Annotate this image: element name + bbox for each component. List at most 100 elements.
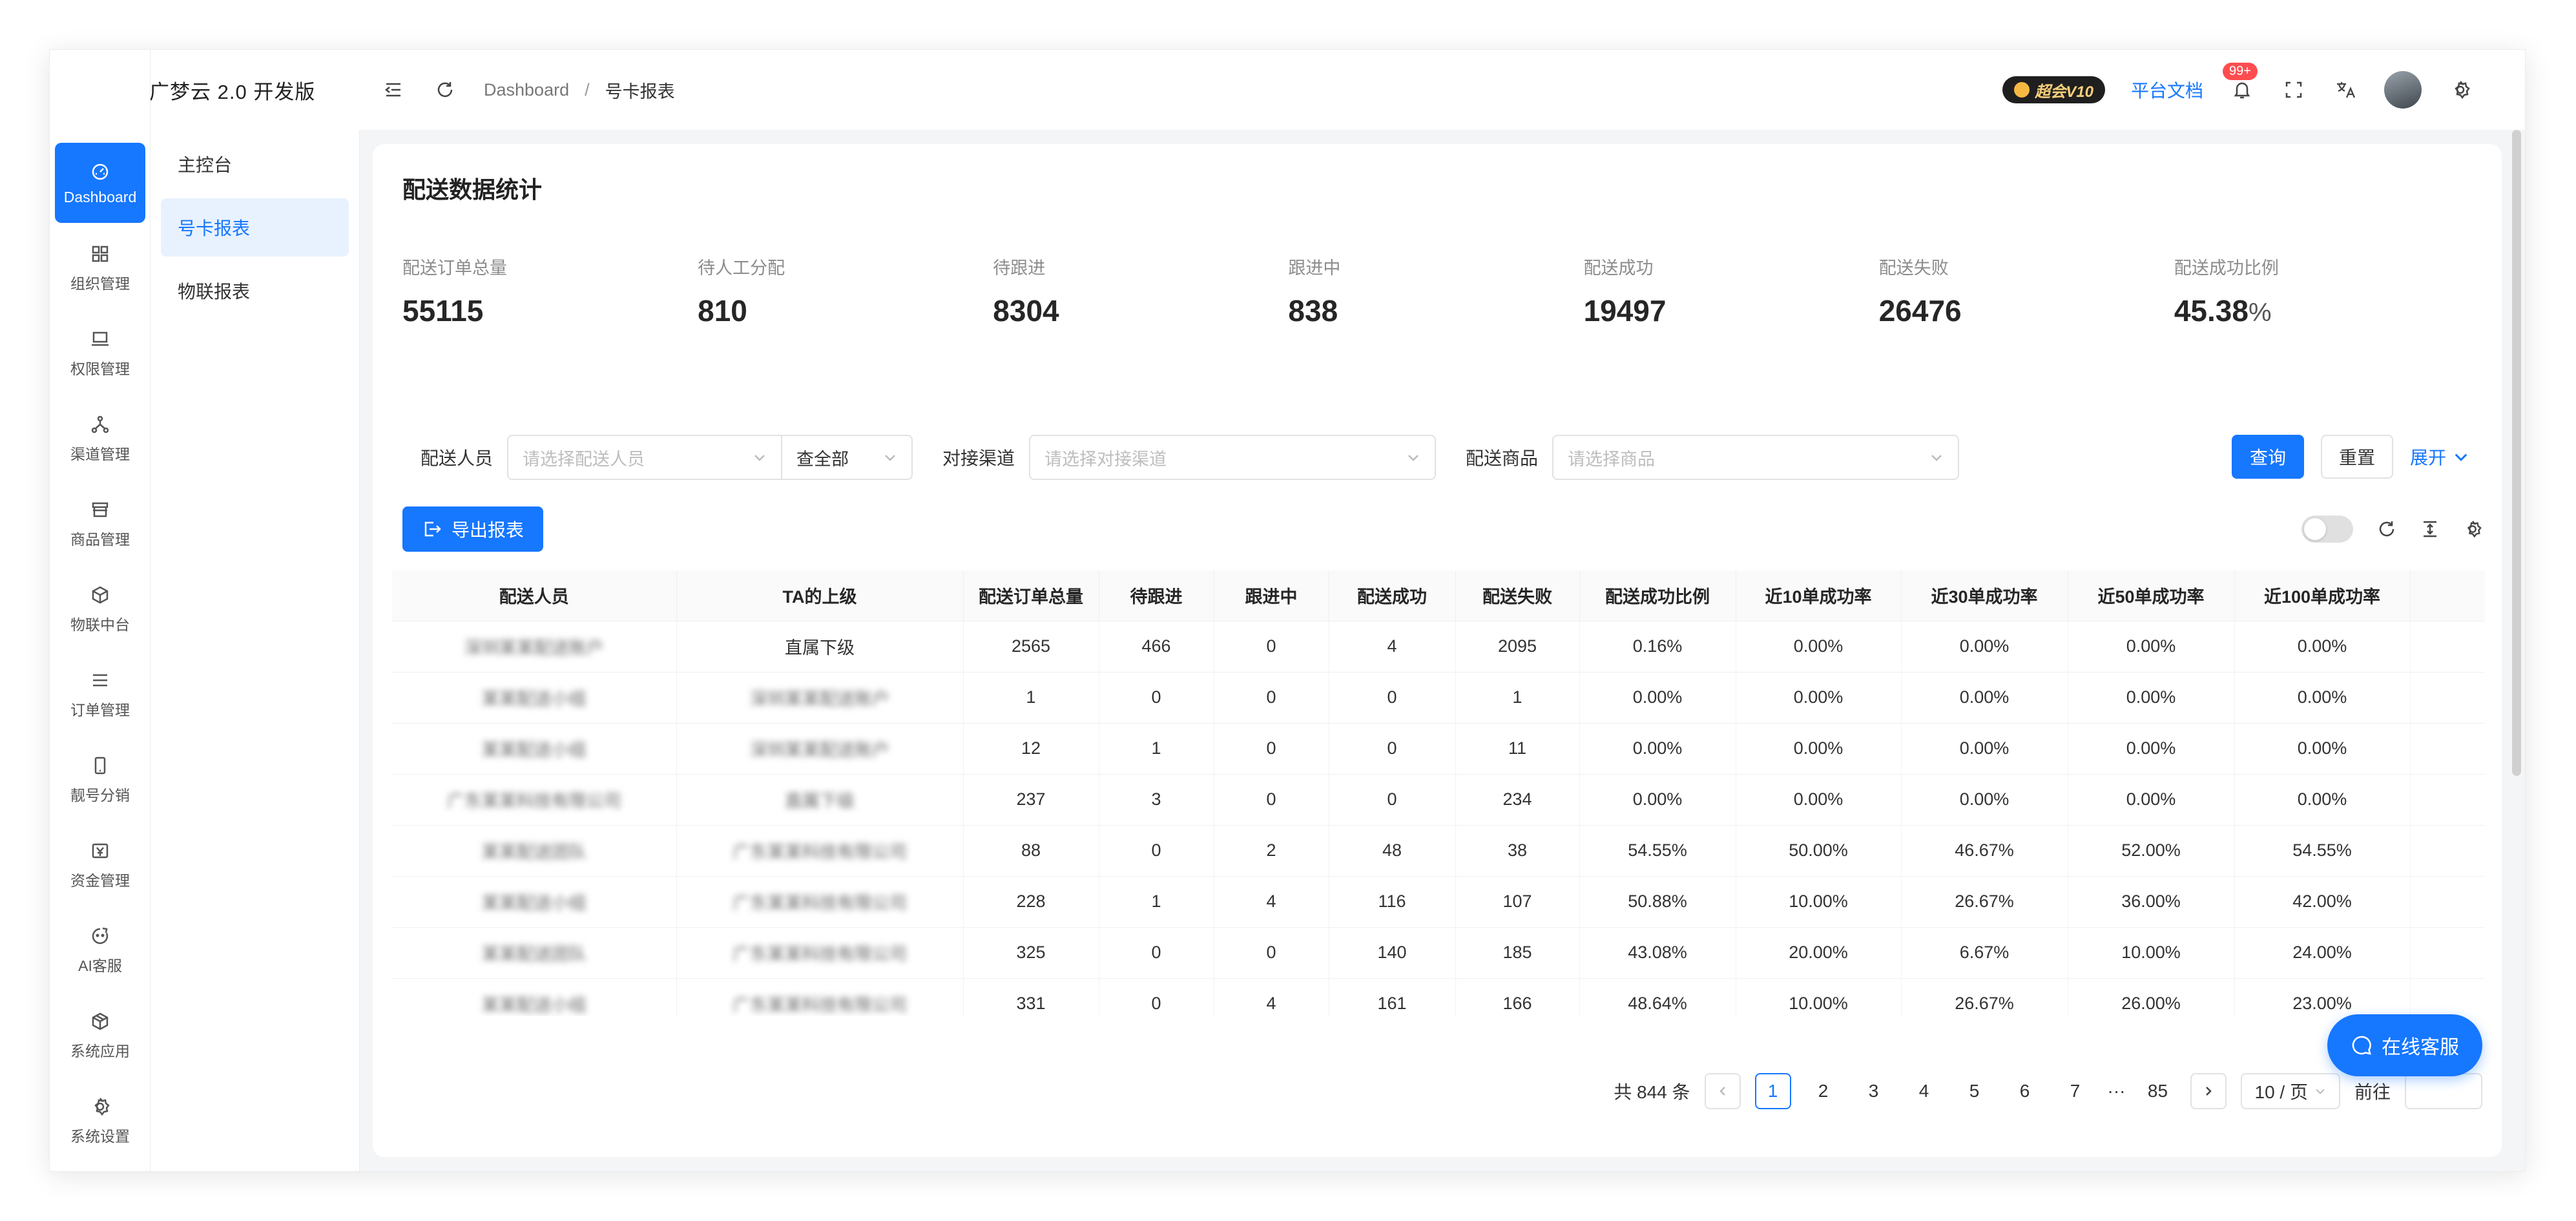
vip-badge[interactable]: 超会V10 — [2002, 76, 2105, 103]
table-cell: 166 — [1455, 978, 1580, 1016]
page-button-1[interactable]: 1 — [1754, 1073, 1791, 1109]
query-button[interactable]: 查询 — [2231, 435, 2304, 479]
breadcrumb: Dashboard / 号卡报表 — [484, 78, 675, 103]
cell-value: 0 — [1266, 943, 1276, 962]
platform-docs-link[interactable]: 平台文档 — [2131, 77, 2203, 103]
sidebar-item-grid[interactable]: 组织管理 — [55, 228, 145, 308]
column-header[interactable]: 配送成功比例 — [1579, 570, 1736, 621]
page-button-4[interactable]: 4 — [1906, 1073, 1942, 1109]
cell-value: 0 — [1266, 738, 1276, 758]
cube-icon — [89, 584, 111, 606]
column-header[interactable]: TA的上级 — [676, 570, 964, 621]
column-header[interactable]: 跟进中 — [1214, 570, 1329, 621]
column-header[interactable]: 待跟进 — [1099, 570, 1214, 621]
settings-gear-icon[interactable] — [2447, 77, 2473, 103]
table-row[interactable]: 广东某某科技有限公司 直属下级 237 3 0 0 234 0.00% 0.00% 0.00% 0.… — [392, 774, 2485, 826]
table-row[interactable]: 深圳某某配送账户 直属下级 2565 466 0 4 2095 0.16% 0.00% 0.00%… — [392, 621, 2485, 673]
fullscreen-icon[interactable] — [2281, 77, 2307, 103]
table-cell: 10.00% — [2068, 927, 2235, 979]
sidebar-item-shop[interactable]: 商品管理 — [55, 484, 145, 564]
deliverer-select[interactable]: 请选择配送人员 — [507, 435, 783, 480]
page-button-2[interactable]: 2 — [1805, 1073, 1842, 1109]
sidebar-item-phone[interactable]: 靓号分销 — [55, 740, 145, 820]
sidebar-item-cube[interactable]: 物联中台 — [55, 569, 145, 649]
sidebar-item-gear[interactable]: 系统设置 — [55, 1081, 145, 1161]
table-cell: 4 — [1214, 978, 1329, 1016]
submenu-item-console[interactable]: 主控台 — [161, 135, 349, 193]
column-header[interactable]: 当月成 — [2410, 570, 2485, 621]
toggle-switch[interactable] — [2301, 516, 2353, 543]
column-header[interactable]: 配送失败 — [1455, 570, 1580, 621]
user-avatar[interactable] — [2384, 71, 2422, 109]
column-header[interactable]: 配送成功 — [1329, 570, 1456, 621]
table-row[interactable]: 某某配送小组 广东某某科技有限公司 228 1 4 116 107 50.88% 10.00% 2… — [392, 876, 2485, 928]
table-row[interactable]: 某某配送小组 广东某某科技有限公司 331 0 4 161 166 48.64% 10.00% 2… — [392, 978, 2485, 1016]
notification-bell[interactable]: 99+ — [2223, 63, 2258, 103]
submenu-item-iot-report[interactable]: 物联报表 — [161, 262, 349, 320]
product-select[interactable]: 请选择商品 — [1552, 435, 1960, 480]
column-header[interactable]: 近30单成功率 — [1901, 570, 2068, 621]
table-cell: 0.00% — [2068, 621, 2235, 673]
channel-select[interactable]: 请选择对接渠道 — [1029, 435, 1437, 480]
refresh-icon[interactable] — [432, 77, 458, 103]
submenu-item-card-report[interactable]: 号卡报表 — [161, 198, 349, 256]
table-cell: 某某配送小组 — [392, 876, 677, 928]
sidebar-item-label: 系统设置 — [70, 1128, 130, 1145]
table-cell: 11 — [1455, 723, 1580, 775]
table-row[interactable]: 某某配送小组 深圳某某配送账户 12 1 0 0 11 0.00% 0.00% 0.00% 0.00… — [392, 723, 2485, 775]
column-header[interactable]: 近100单成功率 — [2234, 570, 2411, 621]
table-cell: 某某配送小组 — [392, 672, 677, 724]
column-header[interactable]: 配送订单总量 — [963, 570, 1099, 621]
cell-value: 50.00% — [1789, 840, 1848, 860]
table-cell: 0.0 — [2410, 672, 2485, 724]
page-last[interactable]: 85 — [2140, 1073, 2176, 1109]
expand-link[interactable]: 展开 — [2410, 435, 2469, 479]
cell-value: 0 — [1151, 994, 1161, 1013]
sidebar-item-list[interactable]: 订单管理 — [55, 654, 145, 735]
table-row[interactable]: 某某配送小组 深圳某某配送账户 1 0 0 0 1 0.00% 0.00% 0.00% 0.00% 0… — [392, 672, 2485, 724]
table-cell: 10.00% — [1736, 978, 1902, 1016]
column-settings-icon[interactable] — [2463, 519, 2482, 539]
table-cell: 1 — [1099, 876, 1214, 928]
online-service-button[interactable]: 在线客服 — [2327, 1014, 2482, 1076]
translate-icon[interactable] — [2332, 77, 2358, 103]
column-height-icon[interactable] — [2420, 519, 2440, 539]
column-header[interactable]: 近50单成功率 — [2068, 570, 2235, 621]
cell-name-text: 某某配送团队 — [481, 944, 587, 964]
cell-name-text: 深圳某某配送账户 — [750, 689, 889, 709]
sidebar-item-yen[interactable]: 资金管理 — [55, 825, 145, 905]
page-ellipsis[interactable]: ··· — [2108, 1081, 2126, 1101]
page-button-3[interactable]: 3 — [1856, 1073, 1892, 1109]
table-row[interactable]: 某某配送团队 广东某某科技有限公司 88 0 2 48 38 54.55% 50.00% 46.6… — [392, 825, 2485, 877]
sidebar-item-laptop[interactable]: 权限管理 — [55, 313, 145, 393]
sidebar-item-package[interactable]: 系统应用 — [55, 996, 145, 1076]
cell-value: 3 — [1151, 789, 1161, 809]
column-header[interactable]: 配送人员 — [392, 570, 677, 621]
jump-page-input[interactable] — [2405, 1073, 2482, 1109]
sidebar-item-dashboard[interactable]: Dashboard — [55, 143, 145, 223]
column-header[interactable]: 近10单成功率 — [1736, 570, 1902, 621]
breadcrumb-dashboard[interactable]: Dashboard — [484, 80, 569, 100]
table-cell: 26.00% — [2068, 978, 2235, 1016]
table-cell: 4 — [1329, 621, 1456, 673]
collapse-menu-icon[interactable] — [380, 77, 406, 103]
chevron-left-icon — [1719, 1087, 1725, 1096]
reload-icon[interactable] — [2376, 519, 2397, 539]
sidebar-item-network[interactable]: 渠道管理 — [55, 399, 145, 479]
page-button-7[interactable]: 7 — [2057, 1073, 2093, 1109]
reset-button[interactable]: 重置 — [2320, 435, 2393, 479]
scope-select[interactable]: 查全部 — [782, 435, 913, 480]
page-button-5[interactable]: 5 — [1957, 1073, 1993, 1109]
export-report-button[interactable]: 导出报表 — [402, 506, 544, 552]
sidebar-item-ai[interactable]: AI客服 — [55, 910, 145, 990]
table-row[interactable]: 某某配送团队 广东某某科技有限公司 325 0 0 140 185 43.08% 20.00% 6… — [392, 927, 2485, 979]
next-page-button[interactable] — [2190, 1073, 2227, 1109]
page-button-6[interactable]: 6 — [2007, 1073, 2043, 1109]
cell-value: 26.67% — [1955, 994, 2014, 1013]
table-cell: 0 — [1214, 621, 1329, 673]
cell-value: 20.00% — [1789, 943, 1848, 962]
page-scrollbar[interactable] — [2512, 130, 2521, 776]
cell-value: 0.00% — [1959, 636, 2010, 656]
prev-page-button[interactable] — [1704, 1073, 1741, 1109]
page-size-select[interactable]: 10 / 页 — [2240, 1073, 2340, 1109]
